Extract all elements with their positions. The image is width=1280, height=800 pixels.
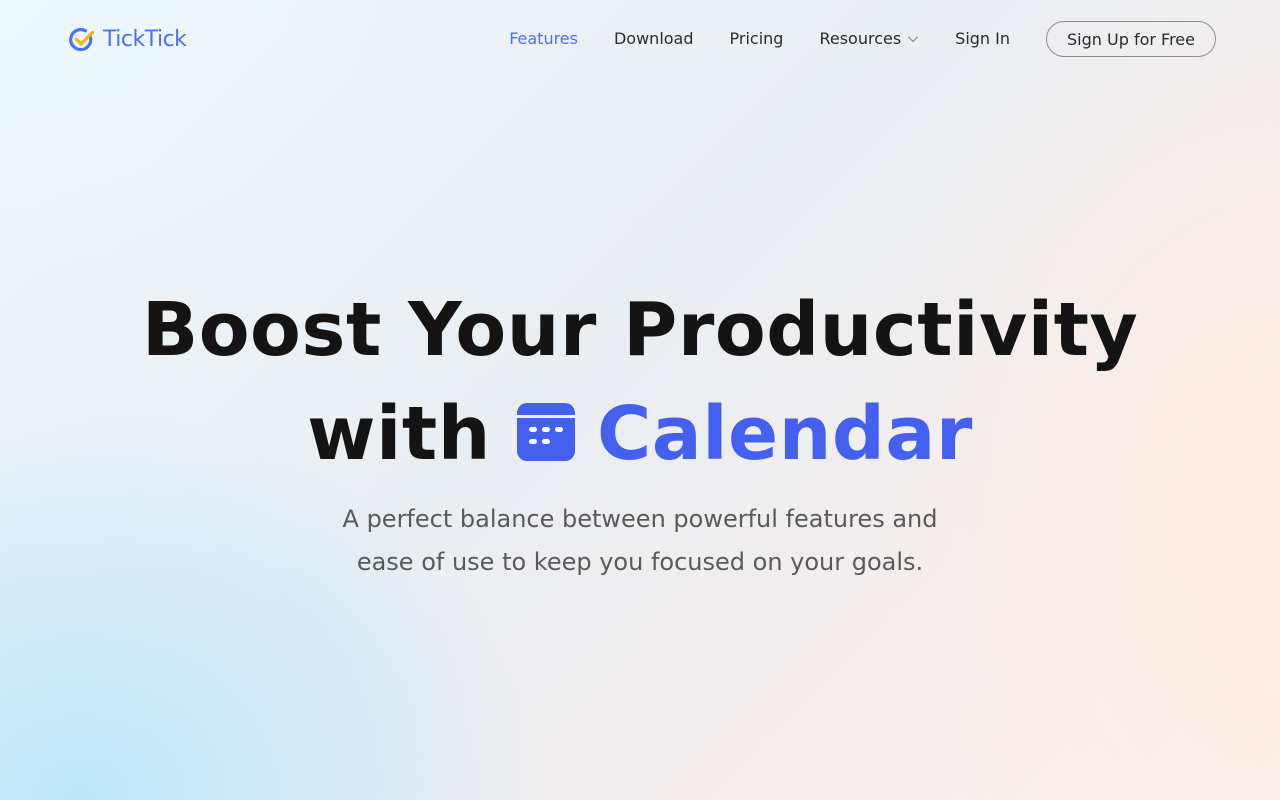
hero-section: Boost Your Productivity with Calendar A … bbox=[0, 278, 1280, 584]
sign-up-button[interactable]: Sign Up for Free bbox=[1046, 21, 1216, 57]
site-header: TickTick Features Download Pricing Resou… bbox=[0, 0, 1280, 80]
nav-download-link[interactable]: Download bbox=[614, 20, 694, 58]
headline-with: with bbox=[307, 391, 491, 477]
nav-resources-dropdown[interactable]: Resources bbox=[819, 20, 919, 58]
nav-resources-label: Resources bbox=[819, 29, 902, 48]
chevron-down-icon bbox=[908, 36, 919, 43]
brand-name: TickTick bbox=[103, 27, 187, 52]
headline-line-1: Boost Your Productivity bbox=[141, 287, 1139, 373]
nav-sign-in-link[interactable]: Sign In bbox=[955, 20, 1010, 58]
calendar-icon bbox=[516, 403, 575, 461]
subtitle-line-1: A perfect balance between powerful featu… bbox=[342, 505, 938, 533]
hero-headline: Boost Your Productivity with Calendar bbox=[0, 278, 1280, 486]
headline-feature-word: Calendar bbox=[596, 391, 973, 477]
main-nav: Features Download Pricing Resources Sign… bbox=[509, 20, 1216, 58]
nav-features-link[interactable]: Features bbox=[509, 20, 578, 58]
hero-subtitle: A perfect balance between powerful featu… bbox=[320, 498, 960, 584]
headline-line-2: with Calendar bbox=[0, 382, 1280, 486]
ticktick-check-icon bbox=[69, 27, 95, 52]
ticktick-logo[interactable]: TickTick bbox=[68, 26, 187, 54]
nav-pricing-link[interactable]: Pricing bbox=[730, 20, 784, 58]
subtitle-line-2: ease of use to keep you focused on your … bbox=[356, 548, 924, 576]
